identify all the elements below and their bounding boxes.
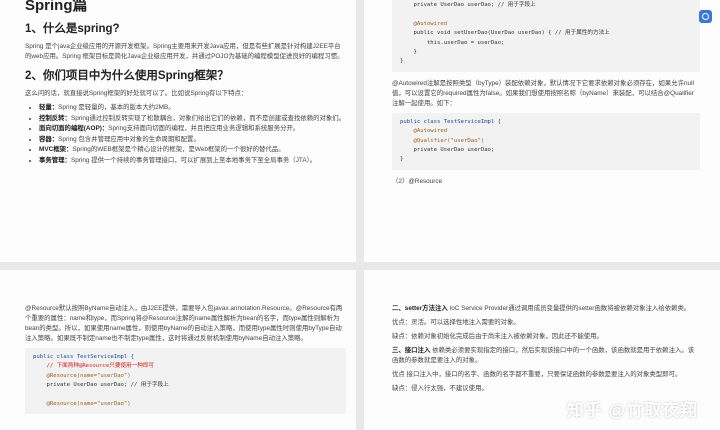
code-block-resource: public class TestServiceImpl { // 下面两种@R… xyxy=(25,348,346,415)
list-item: 轻量：Spring 是轻量的，基本的版本大约2MB。 xyxy=(39,103,346,113)
list-item: 面向切面的编程(AOP)：Spring支持面向切面的编程，并且把应用业务逻辑和系… xyxy=(39,124,346,134)
feature-term: 容器： xyxy=(39,135,59,143)
code-line: public class TestServiceImpl { xyxy=(400,118,502,125)
code-line: } xyxy=(400,49,417,56)
feature-text: Spring支持面向切面的编程，并且把应用业务逻辑和系统服务分开。 xyxy=(108,125,300,133)
setter-cons: 缺点：依赖对象初始化完成后由于尚未注入被依赖对象，因此还不能使用。 xyxy=(392,333,603,340)
translate-icon[interactable] xyxy=(699,10,712,23)
page-title: Spring篇 xyxy=(25,0,88,14)
code-line: private UserDao userDao; // 用于字段上 xyxy=(400,2,536,8)
watermark: 知乎 @竹取夜翔 xyxy=(566,401,698,420)
feature-text: Spring 包含并管理应用中对象的生命周期和配置。 xyxy=(58,135,200,143)
code-line: private UserDao userDao; xyxy=(400,147,495,154)
resource-paragraph: @Resource默认按照ByName自动注入，由J2EE提供，需要导入包jav… xyxy=(25,305,343,342)
setter-pros: 优点：灵活。可以选择性地注入需要的对象。 xyxy=(392,319,520,326)
feature-term: 控制反转： xyxy=(39,114,71,122)
code-block-qualifier: public class TestServiceImpl { @Autowire… xyxy=(392,112,700,170)
feature-term: MVC框架： xyxy=(39,146,73,154)
spring-intro-paragraph: Spring 是个java企业级应用的开源开发框架。Spring主要用来开发Ja… xyxy=(25,43,344,60)
code-line: private UserDao userDao; // 用于字段上 xyxy=(33,382,169,389)
why-intro-paragraph: 这么问的话，就直接说Spring框架的好处就可以了。比如说Spring有以下特点… xyxy=(25,90,248,97)
document-page-1: Spring篇 1、什么是spring? Spring 是个java企业级应用的… xyxy=(0,0,356,262)
code-line: public void setUserDao(UserDao userDao) … xyxy=(400,30,610,37)
code-line: // 下面两种@Resource只要使用一种即可 xyxy=(33,363,155,370)
autowired-paragraph: @Autowired注解是按照类型（byType）装配依赖对象，默认情况下它要求… xyxy=(392,79,694,107)
code-line: this.userDao = userDao; xyxy=(400,39,505,46)
interface-cons: 缺点：侵入行太强，不建议使用。 xyxy=(392,385,488,392)
setter-injection-paragraph: 二、setter方法注入 IoC Service Provider通过调用成员变… xyxy=(392,304,700,314)
code-line: } xyxy=(400,58,404,65)
feature-text: Spring 提供一个持续的事务管理接口，可以扩展到上至本地事务下至全局事务（J… xyxy=(70,156,317,164)
feature-text: Spring 是轻量的，基本的版本大约2MB。 xyxy=(58,104,175,111)
setter-term: 二、setter方法注入 xyxy=(392,305,448,312)
feature-term: 面向切面的编程(AOP)： xyxy=(39,125,109,133)
code-line: @Autowired xyxy=(400,20,448,27)
section-heading-what-is-spring: 1、什么是spring? xyxy=(25,23,120,35)
list-item: MVC框架：Spring的WEB框架是个精心设计的框架，是Web框架的一个很好的… xyxy=(39,145,346,155)
interface-text: 依赖类必须要实现指定的接口，然后实现该接口中的一个函数，该函数就是用于依赖注入。… xyxy=(392,347,695,364)
list-item: 控制反转：Spring通过控制反转实现了松散耦合，对象们给出它们的依赖，而不是创… xyxy=(39,114,346,124)
setter-text: IoC Service Provider通过调用成员变量提供的setter函数将… xyxy=(447,305,691,312)
feature-text: Spring通过控制反转实现了松散耦合，对象们给出它们的依赖，而不是创建或查找依… xyxy=(70,114,346,122)
interface-term: 三、接口注入 xyxy=(392,347,431,354)
document-page-3: @Resource默认按照ByName自动注入，由J2EE提供，需要导入包jav… xyxy=(0,270,356,430)
interface-pros: 优点 接口注入中，接口的名字、函数的名字都不重要，只要保证函数的参数是要注入的对… xyxy=(392,371,682,378)
features-list: 轻量：Spring 是轻量的，基本的版本大约2MB。 控制反转：Spring通过… xyxy=(25,103,346,166)
code-line: @Qualifier("userDao") xyxy=(400,137,485,144)
feature-term: 轻量： xyxy=(39,104,59,111)
code-block-autowired: private UserDao userDao; // 用于字段上 @Autow… xyxy=(392,0,700,72)
code-line: @Resource(name="userDao") xyxy=(33,372,131,379)
code-line: public class TestServiceImpl { xyxy=(33,354,135,360)
code-line: } xyxy=(400,156,404,163)
feature-text: Spring的WEB框架是个精心设计的框架，是Web框架的一个很好的替代品。 xyxy=(72,146,285,154)
list-item: 事务管理：Spring 提供一个持续的事务管理接口，可以扩展到上至本地事务下至全… xyxy=(39,156,346,166)
list-item: 容器：Spring 包含并管理应用中对象的生命周期和配置。 xyxy=(39,135,346,145)
resource-heading: （2）@Resource xyxy=(392,177,443,185)
section-heading-why-spring: 2、你们项目中为什么使用Spring框架？ xyxy=(25,70,229,82)
document-page-2: private UserDao userDao; // 用于字段上 @Autow… xyxy=(364,0,720,262)
code-line: @Resource(name="userDao") xyxy=(33,401,131,408)
code-line: @Autowired xyxy=(400,128,448,135)
feature-term: 事务管理： xyxy=(39,156,71,164)
interface-injection-paragraph: 三、接口注入 依赖类必须要实现指定的接口，然后实现该接口中的一个函数，该函数就是… xyxy=(392,346,700,366)
